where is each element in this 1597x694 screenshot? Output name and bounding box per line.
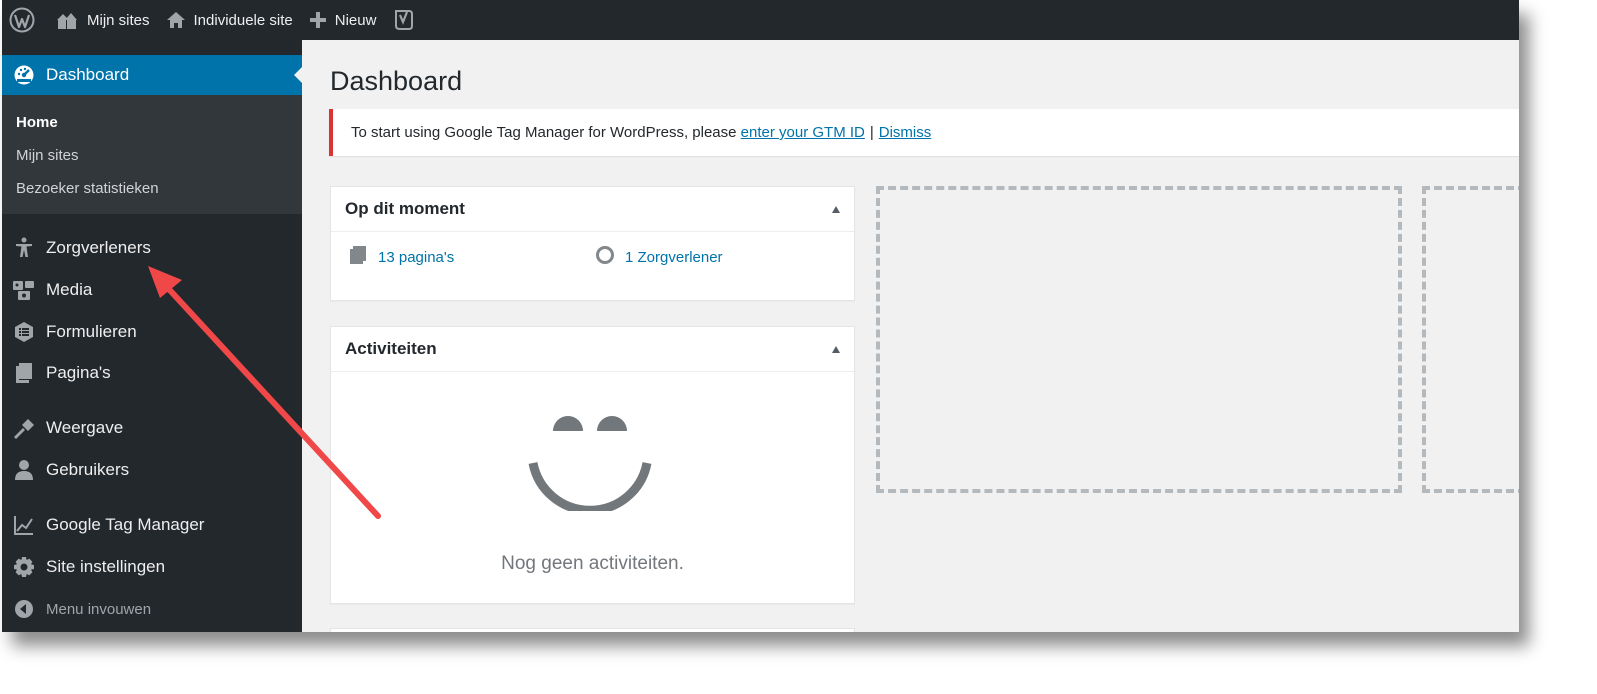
annotation-arrow xyxy=(148,266,381,519)
